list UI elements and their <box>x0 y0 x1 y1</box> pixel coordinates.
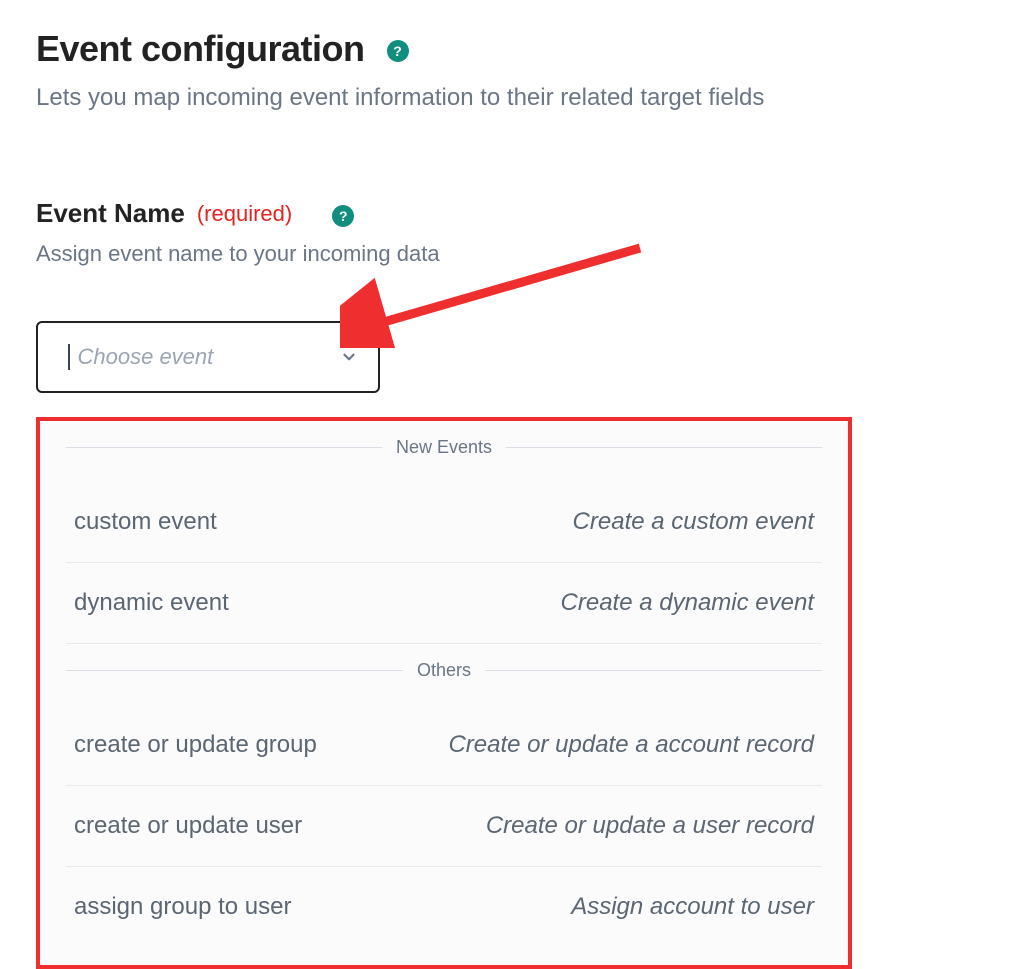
option-desc: Assign account to user <box>571 893 814 921</box>
option-desc: Create a dynamic event <box>561 589 814 617</box>
option-name: assign group to user <box>74 893 291 921</box>
page-subtitle: Lets you map incoming event information … <box>36 84 1024 112</box>
divider-line <box>66 670 403 671</box>
option-name: create or update user <box>74 812 302 840</box>
event-name-field: Event Name (required) ? Assign event nam… <box>36 198 1024 393</box>
page-title: Event configuration <box>36 28 365 70</box>
select-placeholder: Choose event <box>78 344 341 370</box>
option-desc: Create or update a user record <box>486 812 814 840</box>
required-indicator: (required) <box>197 201 292 227</box>
option-name: dynamic event <box>74 589 229 617</box>
field-label: Event Name <box>36 198 185 229</box>
field-label-row: Event Name (required) ? <box>36 198 1024 229</box>
help-icon[interactable]: ? <box>332 205 354 227</box>
option-desc: Create or update a account record <box>448 731 814 759</box>
event-dropdown-panel: New Events custom event Create a custom … <box>36 417 852 969</box>
heading-row: Event configuration ? <box>36 28 1024 70</box>
option-name: custom event <box>74 508 217 536</box>
field-description: Assign event name to your incoming data <box>36 241 1024 267</box>
option-dynamic-event[interactable]: dynamic event Create a dynamic event <box>66 563 822 644</box>
section-header-others: Others <box>66 660 822 681</box>
option-custom-event[interactable]: custom event Create a custom event <box>66 482 822 563</box>
chevron-down-icon <box>340 348 358 366</box>
option-assign-group-to-user[interactable]: assign group to user Assign account to u… <box>66 867 822 947</box>
option-create-or-update-group[interactable]: create or update group Create or update … <box>66 705 822 786</box>
page-root: Event configuration ? Lets you map incom… <box>0 0 1024 969</box>
event-select[interactable]: Choose event <box>36 321 380 393</box>
section-label: New Events <box>382 437 506 458</box>
option-desc: Create a custom event <box>573 508 814 536</box>
section-label: Others <box>403 660 485 681</box>
text-cursor <box>68 344 70 370</box>
help-icon[interactable]: ? <box>387 40 409 62</box>
divider-line <box>485 670 822 671</box>
divider-line <box>66 447 382 448</box>
option-create-or-update-user[interactable]: create or update user Create or update a… <box>66 786 822 867</box>
section-header-new-events: New Events <box>66 437 822 458</box>
option-name: create or update group <box>74 731 317 759</box>
divider-line <box>506 447 822 448</box>
